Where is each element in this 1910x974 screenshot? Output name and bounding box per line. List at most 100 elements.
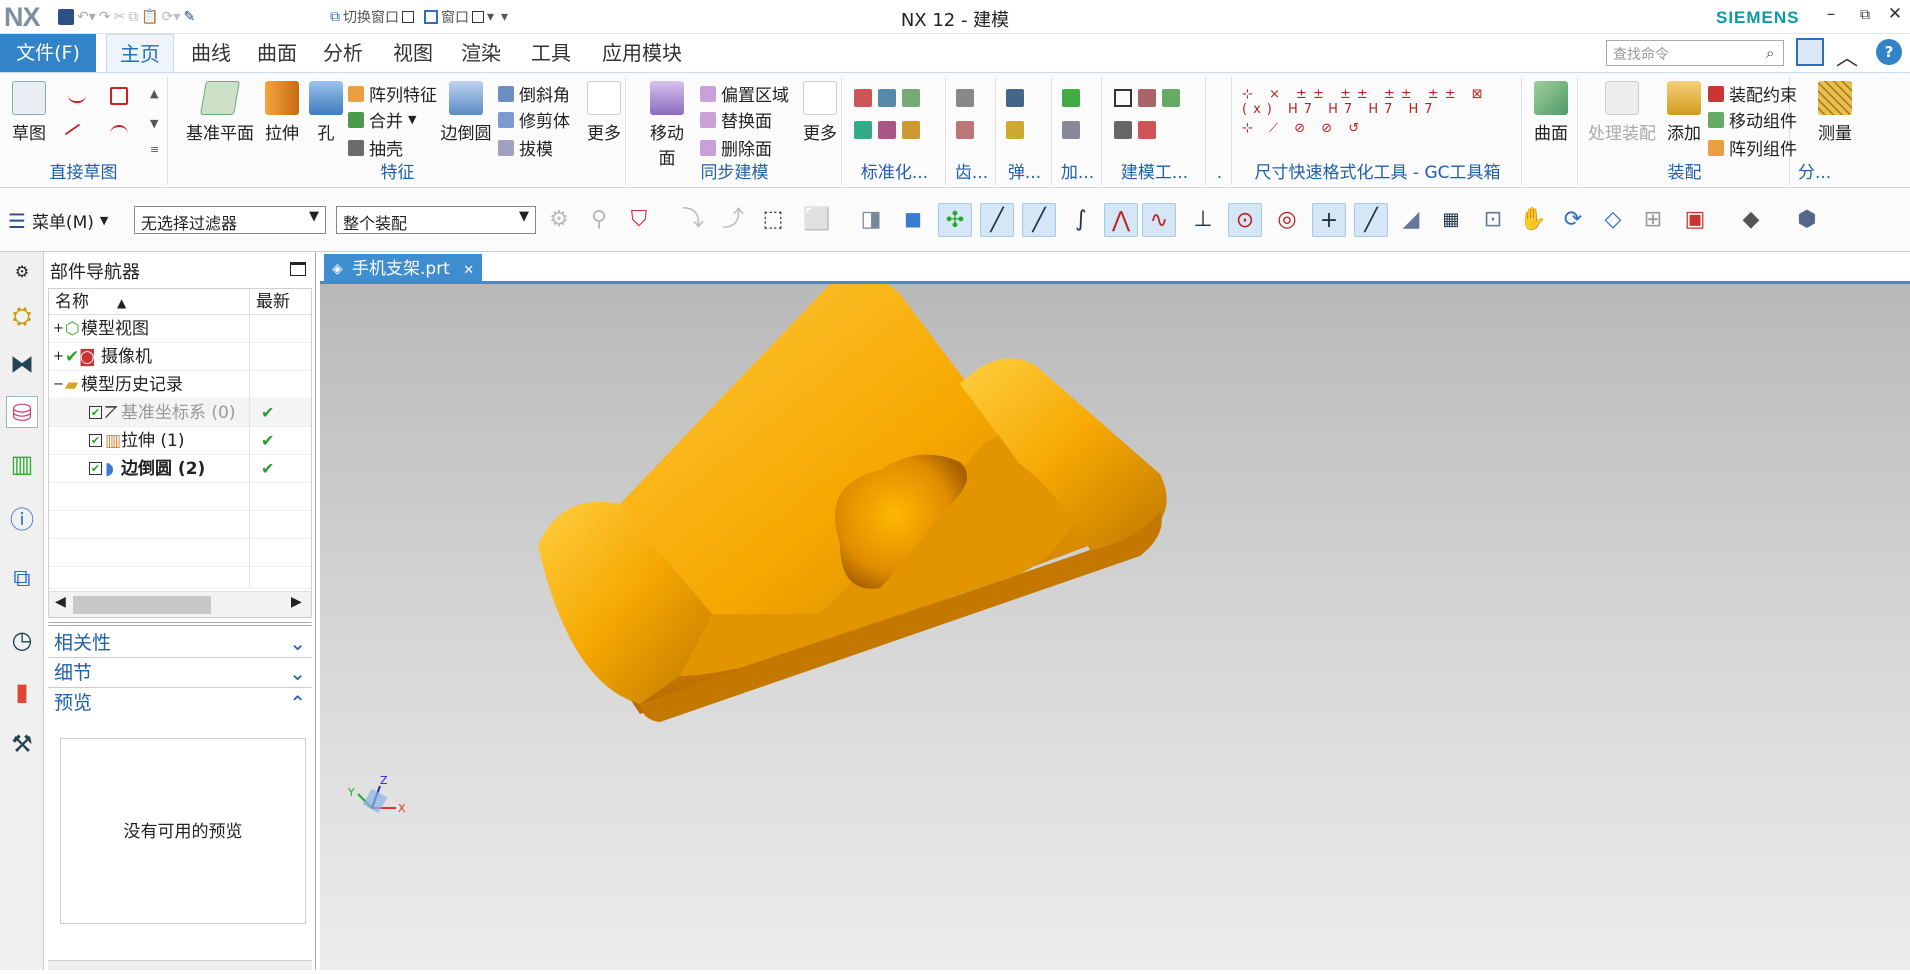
assembly-constraint-button[interactable]: 装配约束: [1708, 81, 1797, 106]
close-tab-icon[interactable]: ✕: [463, 263, 474, 278]
tab-render[interactable]: 渲染: [452, 34, 510, 72]
spring-tool-icon[interactable]: [1006, 89, 1024, 107]
trim-body-button[interactable]: 修剪体: [498, 107, 570, 132]
panel-scrollbar[interactable]: [48, 960, 312, 970]
view-triad[interactable]: X Y Z: [347, 774, 406, 815]
rectangle-icon[interactable]: [110, 87, 128, 105]
std-tool-icon[interactable]: [854, 121, 872, 139]
std-tool-icon[interactable]: [878, 89, 896, 107]
tab-view[interactable]: 视图: [384, 34, 442, 72]
snap-icon[interactable]: ⤵: [676, 203, 710, 237]
customize-qa-icon[interactable]: ▾: [501, 9, 508, 25]
close-button[interactable]: ✕: [1880, 4, 1910, 30]
web-browser-icon[interactable]: ⓘ: [6, 504, 38, 536]
std-tool-icon[interactable]: [902, 89, 920, 107]
process-assembly-button[interactable]: 处理装配: [1584, 81, 1660, 144]
selection-filter-icon[interactable]: ⛉: [622, 203, 656, 237]
graphics-window[interactable]: X Y Z: [320, 274, 1910, 970]
quadrant-point-icon[interactable]: ◎: [1270, 203, 1304, 237]
pattern-feature-button[interactable]: 阵列特征: [348, 81, 437, 106]
details-panel-header[interactable]: 细节 ⌄: [48, 658, 312, 688]
point-on-curve-icon[interactable]: ✣: [938, 203, 972, 237]
cut-icon[interactable]: ✂: [114, 9, 126, 25]
sync-more-button[interactable]: 更多: [800, 81, 840, 144]
column-header-latest[interactable]: 最新: [249, 289, 311, 315]
std-tool-icon[interactable]: [878, 121, 896, 139]
point-on-line-icon[interactable]: ╱: [1354, 203, 1388, 237]
edge-blend-button[interactable]: 边倒圆: [440, 81, 492, 144]
checkbox-checked[interactable]: ✔: [89, 462, 102, 475]
spline-point-icon[interactable]: ∿: [1142, 203, 1176, 237]
line-icon[interactable]: [64, 123, 90, 149]
rectangle-select-icon[interactable]: ⬜: [800, 203, 834, 237]
column-header-name[interactable]: 名称 ▲: [49, 289, 249, 315]
arc-icon[interactable]: [110, 125, 128, 143]
perspective-icon[interactable]: ◇: [1596, 203, 1630, 237]
constraint-navigator-icon[interactable]: ⧓: [6, 348, 38, 380]
orient-view-icon[interactable]: ⊞: [1636, 203, 1670, 237]
phone-stand-model[interactable]: X Y Z: [320, 274, 1910, 970]
pan-icon[interactable]: ✋: [1516, 203, 1550, 237]
gear-tool-icon[interactable]: [956, 89, 974, 107]
copy-icon[interactable]: ⧉: [128, 9, 138, 25]
window-menu-button[interactable]: 窗口 ▾ ▾: [424, 6, 508, 28]
tree-node-cameras[interactable]: + ✔ ◙ 摄像机: [49, 343, 311, 371]
hole-button[interactable]: 孔: [306, 81, 346, 144]
std-tool-icon[interactable]: [854, 89, 872, 107]
move-component-button[interactable]: 移动组件: [1708, 107, 1797, 132]
offset-region-button[interactable]: 偏置区域: [700, 81, 789, 106]
modeling-tool-icon[interactable]: [1138, 89, 1156, 107]
selection-scope-dropdown[interactable]: 整个装配 ▼: [336, 206, 536, 234]
rotate-icon[interactable]: ⟳: [1556, 203, 1590, 237]
chamfer-button[interactable]: 倒斜角: [498, 81, 570, 106]
role-icon[interactable]: ⚒: [6, 728, 38, 760]
gear-tool-icon[interactable]: [956, 121, 974, 139]
machining-tool-icon[interactable]: [1062, 89, 1080, 107]
scroll-right-icon[interactable]: ▶: [291, 594, 302, 610]
modeling-tool-icon[interactable]: [1162, 89, 1180, 107]
view-layer-icon[interactable]: ⬢: [1790, 203, 1824, 237]
delete-face-button[interactable]: 删除面: [700, 135, 772, 160]
tab-surface[interactable]: 曲面: [248, 34, 306, 72]
expand-icon[interactable]: +: [53, 315, 64, 343]
checkbox-checked[interactable]: ✔: [89, 406, 102, 419]
measure-button[interactable]: 测量: [1812, 81, 1858, 144]
switch-window-button[interactable]: ⧉ 切换窗口: [330, 6, 414, 28]
extrude-button[interactable]: 拉伸: [260, 81, 304, 144]
modeling-tool-icon[interactable]: [1138, 121, 1156, 139]
control-point-icon[interactable]: ⋀: [1104, 203, 1138, 237]
pattern-component-button[interactable]: 阵列组件: [1708, 135, 1797, 160]
reuse-library-icon[interactable]: ▥: [6, 448, 38, 480]
existing-point-icon[interactable]: +: [1312, 203, 1346, 237]
preview-panel-header[interactable]: 预览 ⌃: [48, 688, 312, 718]
assembly-navigator-icon[interactable]: ⛭: [6, 300, 38, 332]
expand-icon[interactable]: +: [53, 343, 64, 371]
line-mid-icon[interactable]: ╱: [1022, 203, 1056, 237]
restore-button[interactable]: ⧉: [1850, 7, 1880, 33]
scroll-down-icon[interactable]: ▼: [150, 117, 158, 130]
save-icon[interactable]: [58, 9, 74, 25]
machining-tool-icon[interactable]: [1062, 121, 1080, 139]
dimension-format-icons[interactable]: ⊹ × ±± ±± ±± ±± ⊠ (x) H7 H7 H7 H7: [1242, 87, 1521, 117]
menu-button[interactable]: ☰ 菜单(M) ▼: [8, 208, 108, 234]
undo-icon[interactable]: ↶▾: [77, 9, 96, 25]
search-icon[interactable]: ⌕: [1766, 44, 1774, 62]
grid-icon[interactable]: ▦: [1434, 203, 1468, 237]
tab-home[interactable]: 主页: [106, 34, 174, 72]
curve-snap-icon[interactable]: ∫: [1064, 203, 1098, 237]
help-icon[interactable]: ?: [1876, 39, 1902, 65]
draft-button[interactable]: 拔模: [498, 135, 553, 160]
expand-gallery-icon[interactable]: ≡: [150, 143, 159, 156]
profile-icon[interactable]: [68, 85, 86, 103]
command-search-input[interactable]: 查找命令: [1606, 40, 1784, 66]
display-mode-icon[interactable]: ▣: [1678, 203, 1712, 237]
intersection-icon[interactable]: ⊥: [1186, 203, 1220, 237]
tab-curve[interactable]: 曲线: [182, 34, 240, 72]
clock-icon[interactable]: ◷: [6, 624, 38, 656]
tree-node-datum-csys[interactable]: ✔ ⦢ 基准坐标系 (0) ✔: [49, 399, 311, 427]
arc-center-icon[interactable]: ⊙: [1228, 203, 1262, 237]
splitter[interactable]: [48, 622, 312, 626]
face-select-icon[interactable]: ◨: [854, 203, 888, 237]
modeling-tool-icon[interactable]: [1114, 121, 1132, 139]
body-select-icon[interactable]: ◼: [896, 203, 930, 237]
